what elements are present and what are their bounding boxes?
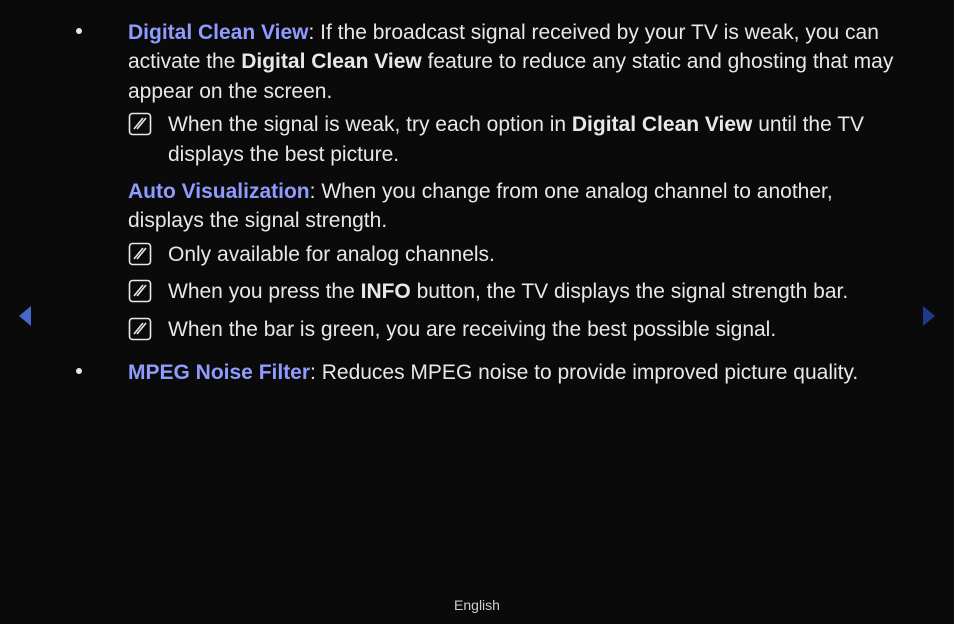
term-label: Auto Visualization	[128, 180, 310, 203]
info-button-label: INFO	[361, 280, 411, 303]
term-inline: Digital Clean View	[572, 113, 753, 136]
list-item: Digital Clean View: If the broadcast sig…	[100, 18, 894, 348]
item-description: Digital Clean View: If the broadcast sig…	[128, 18, 894, 106]
term-label: MPEG Noise Filter	[128, 361, 310, 384]
note-text: When the bar is green, you are receiving…	[168, 315, 894, 344]
term-inline: Digital Clean View	[241, 50, 422, 73]
sub-section: Auto Visualization: When you change from…	[128, 177, 894, 348]
item-description: MPEG Noise Filter: Reduces MPEG noise to…	[128, 358, 894, 387]
note-icon	[128, 317, 152, 341]
note-text: Only available for analog channels.	[168, 240, 894, 269]
help-content: Digital Clean View: If the broadcast sig…	[0, 0, 954, 387]
bullet-icon	[76, 28, 82, 34]
triangle-right-icon	[918, 304, 938, 328]
note-icon	[128, 242, 152, 266]
bullet-icon	[76, 368, 82, 374]
note-text: When you press the INFO button, the TV d…	[168, 277, 894, 306]
note-text: When the signal is weak, try each option…	[168, 110, 894, 169]
note-icon	[128, 279, 152, 303]
note-row: When you press the INFO button, the TV d…	[128, 273, 894, 310]
triangle-left-icon	[16, 304, 36, 328]
note-icon	[128, 112, 152, 136]
note-row: When the bar is green, you are receiving…	[128, 311, 894, 348]
nav-next-button[interactable]	[910, 298, 946, 334]
note-row: Only available for analog channels.	[128, 236, 894, 273]
list-item: MPEG Noise Filter: Reduces MPEG noise to…	[100, 358, 894, 387]
term-label: Digital Clean View	[128, 21, 309, 44]
footer-language: English	[0, 596, 954, 616]
nav-prev-button[interactable]	[8, 298, 44, 334]
note-row: When the signal is weak, try each option…	[128, 106, 894, 173]
subitem-description: Auto Visualization: When you change from…	[128, 177, 894, 236]
